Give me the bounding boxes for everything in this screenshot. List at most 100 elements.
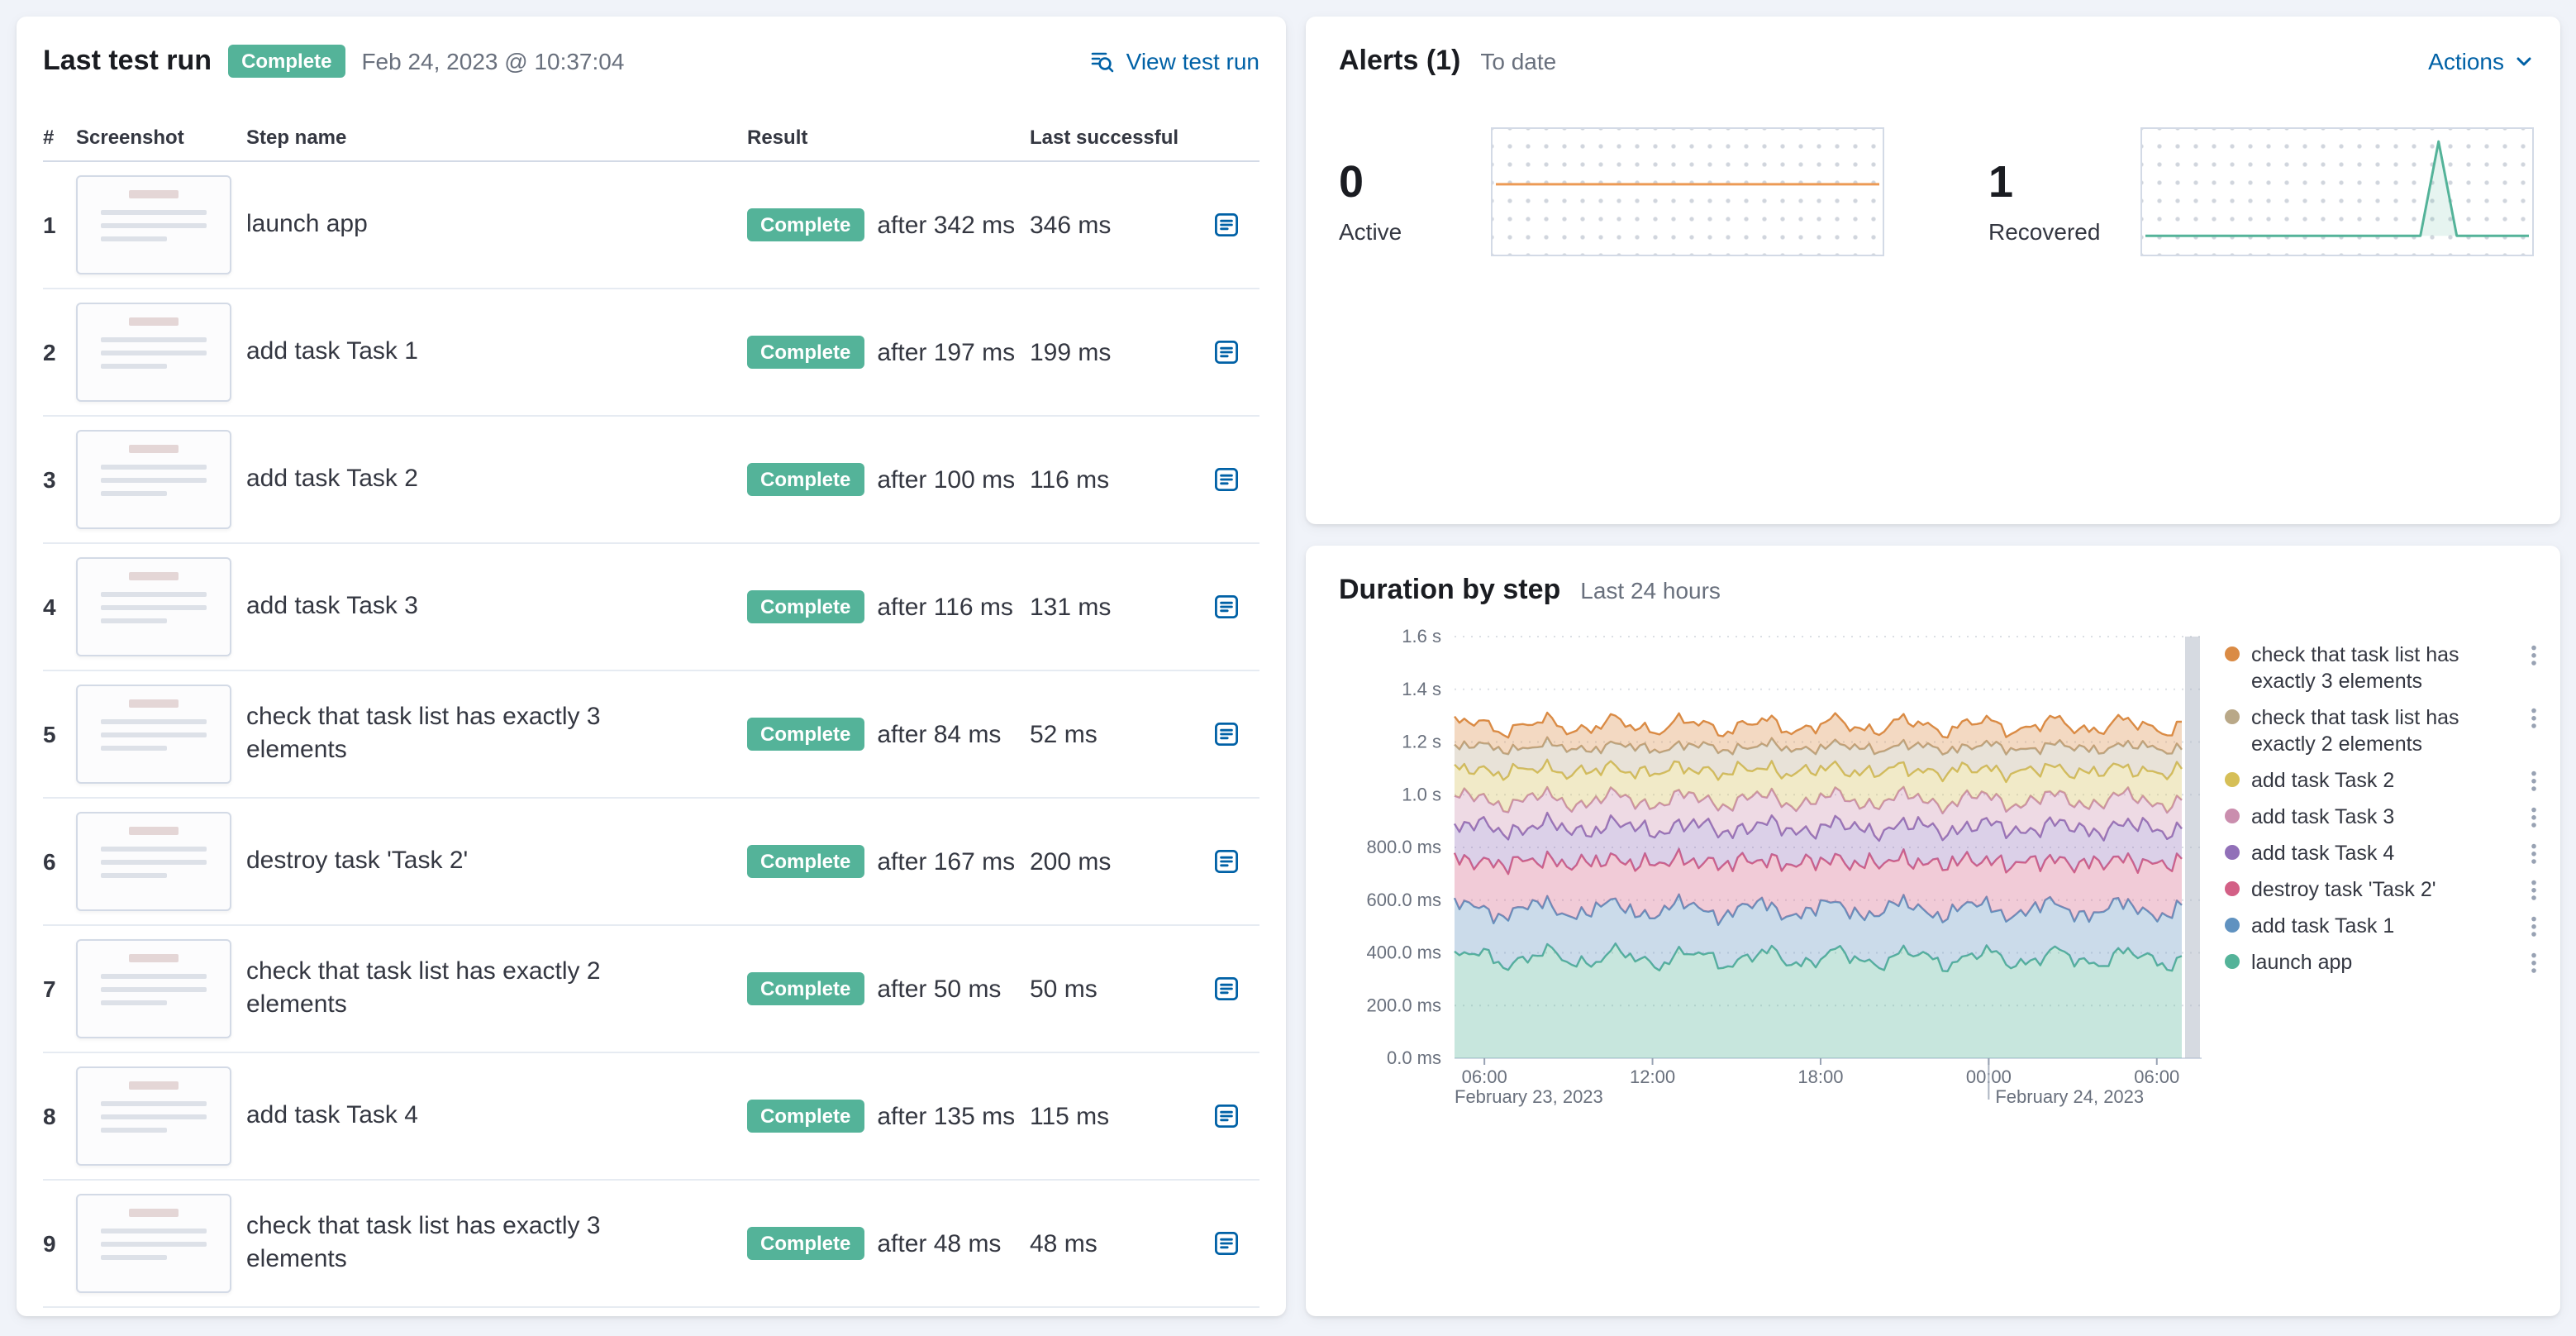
step-status-badge: Complete (747, 845, 864, 878)
legend-options-icon[interactable] (2524, 642, 2544, 668)
svg-text:1.6 s: 1.6 s (1402, 626, 1441, 647)
step-duration: after 116 ms (877, 593, 1013, 621)
column-header-screenshot: Screenshot (76, 126, 184, 149)
step-result-cell: Complete after 100 ms (747, 463, 1030, 496)
step-screenshot-thumbnail[interactable] (76, 812, 231, 911)
legend-label: launch app (2251, 951, 2353, 974)
column-header-number: # (43, 126, 55, 149)
step-screenshot-thumbnail[interactable] (76, 939, 231, 1038)
legend-options-icon[interactable] (2524, 704, 2544, 731)
step-inspect-button[interactable] (1210, 718, 1243, 751)
screenshot-content-line (101, 605, 207, 610)
screenshot-app-title-bar (129, 190, 179, 198)
step-number: 9 (43, 1230, 56, 1257)
legend-item[interactable]: check that task list has exactly 3 eleme… (2225, 642, 2544, 694)
step-duration: after 135 ms (877, 1102, 1016, 1130)
step-status-badge: Complete (747, 718, 864, 751)
step-inspect-button[interactable] (1210, 972, 1243, 1005)
step-name: add task Task 4 (246, 1101, 418, 1129)
legend-item[interactable]: add task Task 1 (2225, 913, 2544, 939)
step-actions-cell (1210, 1227, 1259, 1260)
step-row: 7 check that task list has exactly 2 ele… (43, 926, 1259, 1053)
alerts-actions-menu[interactable]: Actions (2428, 48, 2534, 74)
screenshot-content-line (101, 974, 207, 979)
step-inspect-button[interactable] (1210, 1227, 1243, 1260)
step-actions-cell (1210, 336, 1259, 369)
step-row: 2 add task Task 1 Complete after 197 ms … (43, 289, 1259, 417)
step-actions-cell (1210, 718, 1259, 751)
step-inspect-button[interactable] (1210, 590, 1243, 623)
svg-text:600.0 ms: 600.0 ms (1367, 890, 1442, 910)
screenshot-content-line (101, 364, 167, 369)
inspect-document-icon (1213, 1230, 1240, 1257)
step-inspect-button[interactable] (1210, 1100, 1243, 1133)
svg-text:800.0 ms: 800.0 ms (1367, 837, 1442, 857)
screenshot-app-title-bar (129, 317, 179, 326)
legend-item[interactable]: add task Task 4 (2225, 840, 2544, 866)
step-status-badge: Complete (747, 590, 864, 623)
legend-options-icon[interactable] (2524, 949, 2544, 976)
legend-color-dot (2225, 647, 2240, 661)
legend-options-icon[interactable] (2524, 804, 2544, 830)
screenshot-content-line (101, 592, 207, 597)
legend-label: add task Task 3 (2251, 805, 2395, 828)
legend-options-icon[interactable] (2524, 876, 2544, 903)
steps-table-body: 1 launch app Complete after 342 ms 346 m… (43, 162, 1259, 1308)
screenshot-content-line (101, 1000, 167, 1005)
step-name: add task Task 3 (246, 592, 418, 620)
screenshot-content-line (101, 1229, 207, 1233)
step-screenshot-thumbnail[interactable] (76, 303, 231, 402)
legend-item[interactable]: add task Task 3 (2225, 804, 2544, 830)
inspect-document-icon (1213, 339, 1240, 365)
step-result-cell: Complete after 197 ms (747, 336, 1030, 369)
svg-text:06:00: 06:00 (1462, 1066, 1507, 1087)
active-alerts-label: Active (1339, 218, 1402, 245)
step-screenshot-cell (76, 939, 246, 1038)
legend-options-icon[interactable] (2524, 767, 2544, 794)
legend-item[interactable]: destroy task 'Task 2' (2225, 876, 2544, 903)
step-inspect-button[interactable] (1210, 208, 1243, 241)
screenshot-content-line (101, 478, 207, 483)
view-test-run-link[interactable]: View test run (1090, 48, 1259, 74)
step-screenshot-thumbnail[interactable] (76, 1066, 231, 1166)
chevron-down-icon (2514, 51, 2534, 71)
svg-text:1.0 s: 1.0 s (1402, 784, 1441, 804)
screenshot-content-line (101, 1242, 207, 1247)
step-screenshot-cell (76, 175, 246, 274)
active-alerts-stat: 0 Active (1339, 127, 1491, 245)
step-screenshot-thumbnail[interactable] (76, 175, 231, 274)
step-screenshot-thumbnail[interactable] (76, 557, 231, 656)
step-result-cell: Complete after 84 ms (747, 718, 1030, 751)
legend-options-icon[interactable] (2524, 913, 2544, 939)
duration-subtitle: Last 24 hours (1580, 577, 1721, 604)
inspect-document-icon (1213, 721, 1240, 747)
svg-text:February 23, 2023: February 23, 2023 (1455, 1086, 1603, 1107)
step-last-successful: 346 ms (1030, 211, 1112, 239)
step-screenshot-thumbnail[interactable] (76, 1194, 231, 1293)
step-row: 9 check that task list has exactly 3 ele… (43, 1181, 1259, 1308)
step-screenshot-thumbnail[interactable] (76, 430, 231, 529)
step-inspect-button[interactable] (1210, 845, 1243, 878)
legend-item[interactable]: launch app (2225, 949, 2544, 976)
step-duration: after 48 ms (877, 1229, 1002, 1257)
inspect-document-icon (1213, 848, 1240, 875)
step-inspect-button[interactable] (1210, 336, 1243, 369)
step-screenshot-thumbnail[interactable] (76, 685, 231, 784)
legend-color-dot (2225, 809, 2240, 823)
screenshot-content-line (101, 223, 207, 228)
legend-item[interactable]: check that task list has exactly 2 eleme… (2225, 704, 2544, 757)
legend-label: add task Task 4 (2251, 842, 2395, 865)
step-inspect-button[interactable] (1210, 463, 1243, 496)
legend-options-icon[interactable] (2524, 840, 2544, 866)
step-name: destroy task 'Task 2' (246, 847, 469, 875)
duration-by-step-chart: 0.0 ms 200.0 ms 400.0 ms 600.0 ms 800.0 ms 1.… (1367, 626, 2202, 1107)
legend-item[interactable]: add task Task 2 (2225, 767, 2544, 794)
step-status-badge: Complete (747, 972, 864, 1005)
screenshot-app-title-bar (129, 445, 179, 453)
step-duration: after 84 ms (877, 720, 1002, 748)
step-screenshot-cell (76, 1194, 246, 1293)
step-actions-cell (1210, 845, 1259, 878)
legend-color-dot (2225, 709, 2240, 724)
inspect-document-icon (1213, 594, 1240, 620)
legend-label: add task Task 2 (2251, 769, 2395, 792)
